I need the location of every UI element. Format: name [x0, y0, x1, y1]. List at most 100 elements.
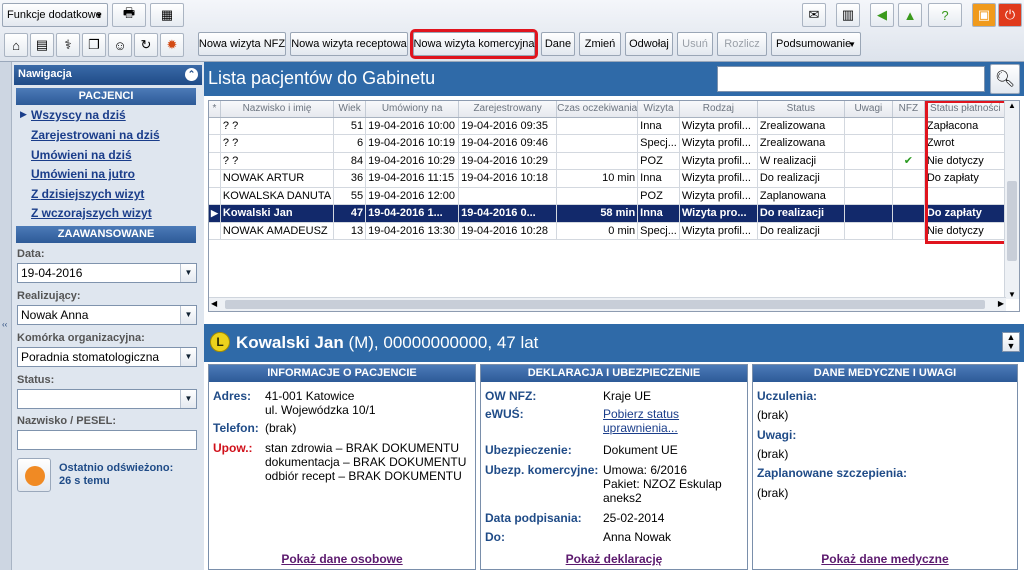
- collapse-strip[interactable]: ‹‹: [0, 62, 12, 570]
- row-marker: [209, 152, 221, 170]
- cell-kind: Wizyta profil...: [679, 134, 758, 153]
- column-header[interactable]: Status płatności: [924, 101, 1007, 118]
- patient-info-title: INFORMACJE O PACJENCIE: [209, 365, 475, 382]
- expand-toggle-icon[interactable]: ▲ ▼: [1002, 332, 1020, 352]
- scroll-thumb[interactable]: [1007, 181, 1017, 261]
- empty-cell: [209, 240, 220, 258]
- show-personal-data-link[interactable]: Pokaż dane osobowe: [209, 552, 475, 566]
- layout-icon[interactable]: ▦: [150, 3, 184, 27]
- change-button[interactable]: Zmień: [579, 32, 621, 56]
- column-header[interactable]: Umówiony na: [365, 101, 460, 118]
- empty-cell: [892, 257, 924, 275]
- search-input[interactable]: [717, 66, 985, 92]
- table-row[interactable]: ▶ Kowalski Jan 47 19-04-2016 1... 19-04-2016…: [209, 204, 1007, 223]
- scroll-down-icon[interactable]: ▼: [1005, 290, 1019, 299]
- collapse-icon[interactable]: ⌃: [185, 68, 198, 81]
- search-icon[interactable]: 🔍︎: [990, 64, 1020, 94]
- cell-appt: 19-04-2016 12:00: [365, 187, 460, 205]
- column-header[interactable]: Zarejestrowany: [458, 101, 558, 118]
- cell-age: 36: [333, 169, 367, 188]
- empty-cell: [557, 240, 638, 258]
- row-marker: ▶: [209, 204, 221, 223]
- nav-link-from-today-visits[interactable]: Z dzisiejszych wizyt: [31, 187, 144, 201]
- empty-cell: [366, 240, 459, 258]
- home-icon[interactable]: ⌂: [4, 33, 28, 57]
- mail-icon[interactable]: ✉: [802, 3, 826, 27]
- nav-link-all-today[interactable]: Wszyscy na dziś: [31, 108, 126, 122]
- new-commercial-visit-button[interactable]: Nowa wizyta komercyjna: [410, 29, 538, 59]
- power-icon[interactable]: ⏻: [998, 3, 1022, 27]
- table-row[interactable]: ? ? 51 19-04-2016 10:00 19-04-2016 09:35 Inn…: [209, 117, 1007, 135]
- cell-age: 51: [333, 117, 367, 135]
- declaration-title: DEKLARACJA I UBEZPIECZENIE: [481, 365, 747, 382]
- nav-link-scheduled-tomorrow[interactable]: Umówieni na jutro: [31, 167, 135, 181]
- hscroll-thumb[interactable]: [225, 300, 985, 309]
- status-select[interactable]: ▼: [17, 389, 197, 409]
- show-declaration-link[interactable]: Pokaż deklarację: [481, 552, 747, 566]
- patients-icon[interactable]: ☺: [108, 33, 132, 57]
- vertical-scrollbar[interactable]: ▲ ▼: [1004, 101, 1019, 299]
- scroll-right-icon[interactable]: ▶: [998, 299, 1004, 308]
- authorization-line3: odbiór recept – BRAK DOKUMENTU: [265, 469, 462, 483]
- summary-dropdown[interactable]: Podsumowanie ▼: [771, 32, 861, 56]
- scroll-left-icon[interactable]: ◀: [211, 299, 217, 308]
- nav-link-from-yesterday-visits[interactable]: Z wczorajszych wizyt: [31, 206, 152, 220]
- allergies-label: Uczulenia:: [757, 389, 818, 403]
- unit-select[interactable]: Poradnia stomatologiczna ▼: [17, 347, 197, 367]
- cell-visit: POZ: [637, 152, 680, 170]
- refresh-icon[interactable]: ↻: [134, 33, 158, 57]
- cell-age: 55: [333, 187, 367, 205]
- empty-cell: [209, 275, 220, 293]
- table-row[interactable]: NOWAK ARTUR 36 19-04-2016 11:15 19-04-2016 …: [209, 169, 1007, 188]
- new-prescription-visit-button[interactable]: Nowa wizyta receptowa: [290, 32, 408, 56]
- table-row[interactable]: ? ? 6 19-04-2016 10:19 19-04-2016 09:46 Spec…: [209, 134, 1007, 153]
- cell-notes: [844, 187, 893, 205]
- lock-icon[interactable]: ▣: [972, 3, 996, 27]
- printer-icon[interactable]: 🖶: [112, 3, 146, 27]
- data-button[interactable]: Dane: [541, 32, 575, 56]
- cell-nfz: [892, 187, 925, 205]
- date-select[interactable]: 19-04-2016 ▼: [17, 263, 197, 283]
- table-row[interactable]: NOWAK AMADEUSZ 13 19-04-2016 13:30 19-04-20…: [209, 222, 1007, 240]
- settle-button[interactable]: Rozlicz: [717, 32, 767, 56]
- show-medical-data-link[interactable]: Pokaż dane medyczne: [753, 552, 1017, 566]
- documents-icon[interactable]: ❐: [82, 33, 106, 57]
- home-up-icon[interactable]: ▲: [898, 3, 922, 27]
- device-icon[interactable]: ▥: [836, 3, 860, 27]
- horizontal-scrollbar[interactable]: ◀ ▶: [209, 297, 1006, 311]
- row-marker-header: *: [209, 101, 221, 118]
- cancel-visit-button[interactable]: Odwołaj: [625, 32, 673, 56]
- column-header[interactable]: Uwagi: [844, 101, 893, 118]
- column-header[interactable]: Status: [757, 101, 845, 118]
- scroll-up-icon[interactable]: ▲: [1005, 101, 1019, 110]
- ewus-status-link[interactable]: Pobierz status uprawnienia...: [603, 407, 679, 435]
- extra-functions-dropdown[interactable]: Funkcje dodatkowe ▼: [2, 3, 108, 27]
- help-icon[interactable]: ?: [928, 3, 962, 27]
- until-label: Do:: [485, 530, 505, 544]
- delete-button[interactable]: Usuń: [677, 32, 713, 56]
- new-nfz-visit-button[interactable]: Nowa wizyta NFZ: [198, 32, 286, 56]
- cell-pay: Nie dotyczy: [924, 152, 1007, 170]
- nav-link-registered-today[interactable]: Zarejestrowani na dziś: [31, 128, 160, 142]
- table-row[interactable]: KOWALSKA DANUTA 55 19-04-2016 12:00 POZ Wizy…: [209, 187, 1007, 205]
- realizer-select[interactable]: Nowak Anna ▼: [17, 305, 197, 325]
- chevron-down-icon: ▼: [848, 39, 856, 49]
- row-marker: [209, 222, 221, 240]
- gear-icon[interactable]: ✹: [160, 33, 184, 57]
- column-header[interactable]: Czas oczekiwania: [556, 101, 639, 118]
- stethoscope-icon[interactable]: ⚕: [56, 33, 80, 57]
- calendar-icon[interactable]: ▤: [30, 33, 54, 57]
- column-header[interactable]: Nazwisko i imię: [220, 101, 335, 118]
- column-header[interactable]: Rodzaj: [679, 101, 758, 118]
- refresh-icon[interactable]: [17, 458, 51, 492]
- back-arrow-icon[interactable]: ◀: [870, 3, 894, 27]
- column-header[interactable]: Wizyta: [637, 101, 680, 118]
- until-value: Anna Nowak: [603, 530, 672, 544]
- name-pesel-input[interactable]: [17, 430, 197, 450]
- commercial-insurance-line2: Pakiet: NZOZ Eskulap: [603, 477, 722, 491]
- table-row[interactable]: ? ? 84 19-04-2016 10:29 19-04-2016 10:29 POZ…: [209, 152, 1007, 170]
- column-header[interactable]: NFZ: [892, 101, 925, 118]
- cell-kind: Wizyta profil...: [679, 152, 758, 170]
- column-header[interactable]: Wiek: [333, 101, 367, 118]
- nav-link-scheduled-today[interactable]: Umówieni na dziś: [31, 148, 132, 162]
